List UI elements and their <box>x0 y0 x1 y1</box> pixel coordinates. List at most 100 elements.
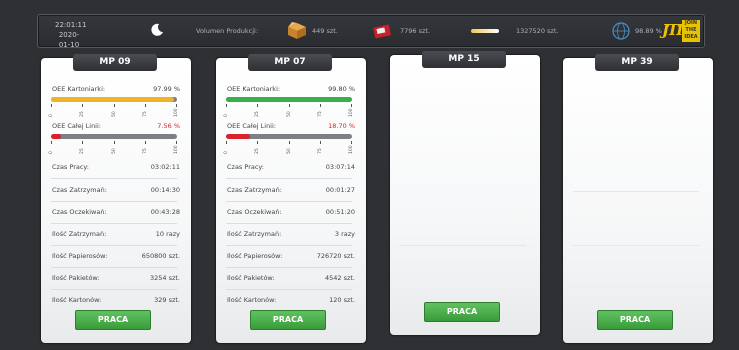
scale-tick-label: 0 <box>224 151 229 154</box>
oee-carton-bar <box>226 97 352 102</box>
divider <box>51 245 177 246</box>
divider <box>226 178 352 179</box>
packets-count-value: 4542 szt. <box>324 274 355 282</box>
cartons-count-label: Ilość Kartonów: <box>52 296 102 304</box>
stop-count-value: 3 razy <box>334 230 355 238</box>
time-display: 22:01:11 <box>55 21 87 29</box>
stop-time-label: Czas Zatrzymań: <box>52 186 107 194</box>
scale-tick <box>226 141 227 144</box>
scale-tick <box>226 104 227 107</box>
oee-line-value: 18.70 % <box>328 122 355 130</box>
scale-tick-label: 100 <box>349 145 354 154</box>
scale-tick-label: 25 <box>80 111 86 117</box>
work-time-label: Czas Pracy: <box>227 163 264 171</box>
cigarette-pack-icon <box>373 24 391 39</box>
scale-tick-label: 100 <box>174 108 179 117</box>
scale-tick-label: 25 <box>255 148 261 154</box>
machine-title: MP 39 <box>595 54 679 71</box>
divider <box>51 289 177 290</box>
top-status-bar: 22:01:11 2020-01-10 Volumen Produkcji: 4… <box>37 14 705 50</box>
date-display: 2020-01-10 <box>58 31 80 49</box>
work-time-value: 03:02:11 <box>150 163 180 171</box>
scale-tick <box>82 104 84 107</box>
wait-time-label: Czas Oczekiwań: <box>52 208 107 216</box>
machine-card-mp39: MP 39 PRACA <box>563 54 713 343</box>
machine-card-mp07: MP 07 OEE Kartoniarki: 99.80 % 0 25 50 75 10… <box>216 54 366 343</box>
oee-carton-scale: 0 25 50 75 100 <box>49 104 179 120</box>
cartons-count-value: 120 szt. <box>329 296 355 304</box>
scale-tick <box>319 104 321 107</box>
packets-count-value: 3254 szt. <box>149 274 180 282</box>
scale-tick-label: 100 <box>349 108 354 117</box>
scale-tick-label: 0 <box>49 151 54 154</box>
wait-time-label: Czas Oczekiwań: <box>227 208 282 216</box>
scale-tick <box>82 141 84 144</box>
scale-tick <box>176 104 177 107</box>
boxes-count: 449 szt. <box>312 27 338 35</box>
divider <box>51 178 177 179</box>
stop-count-value: 10 razy <box>155 230 180 238</box>
carton-box-icon <box>288 22 306 39</box>
status-praca-button[interactable]: PRACA <box>597 310 673 330</box>
progress-fill <box>226 134 250 139</box>
status-praca-button[interactable]: PRACA <box>424 302 500 322</box>
stop-count-label: Ilość Zatrzymań: <box>227 230 282 238</box>
divider <box>51 267 177 268</box>
status-praca-button[interactable]: PRACA <box>250 310 326 330</box>
status-praca-button[interactable]: PRACA <box>75 310 151 330</box>
scale-tick-label: 50 <box>286 111 292 117</box>
oee-carton-value: 99.80 % <box>328 85 355 93</box>
oee-carton-value: 97.99 % <box>153 85 180 93</box>
divider <box>51 223 177 224</box>
progress-fill <box>51 97 175 102</box>
packets-count-label: Ilość Pakietów: <box>52 274 100 282</box>
scale-tick-label: 100 <box>174 145 179 154</box>
cartons-count-value: 329 szt. <box>154 296 180 304</box>
scale-tick-label: 75 <box>317 111 323 117</box>
global-oee-value: 98.89 % <box>635 27 662 35</box>
machine-card-mp09: MP 09 OEE Kartoniarki: 97.99 % 0 25 50 75 10… <box>41 54 191 343</box>
scale-tick-label: 0 <box>49 114 54 117</box>
oee-carton-label: OEE Kartoniarki: <box>52 85 106 93</box>
scale-tick-label: 50 <box>111 148 117 154</box>
clock: 22:01:11 2020-01-10 <box>55 20 87 50</box>
stop-time-value: 00:01:27 <box>325 186 355 194</box>
machine-title: MP 07 <box>248 54 332 71</box>
papers-count-value: 650800 szt. <box>141 252 180 260</box>
divider <box>226 289 352 290</box>
cartons-count-label: Ilość Kartonów: <box>227 296 277 304</box>
scale-tick <box>319 141 321 144</box>
scale-tick <box>257 104 259 107</box>
cigarette-icon <box>471 29 499 33</box>
volume-label: Volumen Produkcji: <box>196 27 259 35</box>
work-time-value: 03:07:14 <box>325 163 355 171</box>
oee-line-value: 7.56 % <box>157 122 180 130</box>
scale-tick <box>51 141 52 144</box>
divider <box>226 267 352 268</box>
scale-tick <box>144 141 146 144</box>
divider <box>400 245 526 246</box>
wait-time-value: 00:51:20 <box>325 208 355 216</box>
oee-line-label: OEE Całej Linii: <box>52 122 101 130</box>
progress-fill <box>226 97 352 102</box>
scale-tick <box>288 104 290 107</box>
scale-tick <box>113 104 115 107</box>
divider <box>226 201 352 202</box>
papers-count-label: Ilość Papierosów: <box>227 252 283 260</box>
scale-tick-label: 50 <box>286 148 292 154</box>
scale-tick <box>257 141 259 144</box>
divider <box>573 191 699 192</box>
machine-title: MP 09 <box>73 54 157 71</box>
packs-count: 7796 szt. <box>400 27 431 35</box>
wait-time-value: 00:43:28 <box>150 208 180 216</box>
machine-title: MP 15 <box>422 51 506 68</box>
stop-time-value: 00:14:30 <box>150 186 180 194</box>
scale-tick <box>51 104 52 107</box>
divider <box>226 223 352 224</box>
oee-carton-bar <box>51 97 177 102</box>
stop-time-label: Czas Zatrzymań: <box>227 186 282 194</box>
oee-carton-scale: 0 25 50 75 100 <box>224 104 354 120</box>
machine-card-mp15: MP 15 PRACA <box>390 51 540 335</box>
scale-tick-label: 75 <box>142 148 148 154</box>
scale-tick <box>144 104 146 107</box>
